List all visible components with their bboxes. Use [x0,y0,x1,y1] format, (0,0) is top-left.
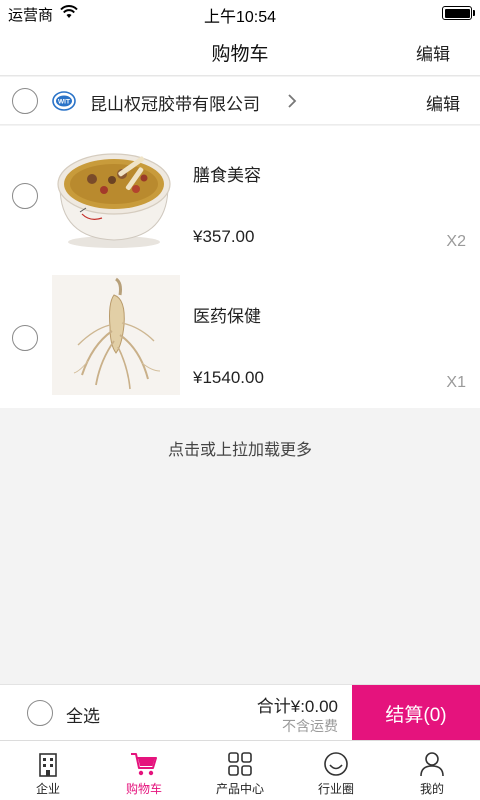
chevron-right-icon[interactable] [287,93,297,109]
smile-icon [324,752,348,776]
tab-profile[interactable]: 我的 [384,741,480,800]
item-quantity: X2 [446,233,466,250]
shop-name-link[interactable]: 昆山权冠胶带有限公司 [90,90,260,115]
clock: 上午10:54 [203,9,277,26]
edit-button[interactable]: 编辑 [416,40,450,65]
shipping-note: 不含运费 [282,718,338,734]
tab-enterprise[interactable]: 企业 [0,741,96,800]
nav-bar: 购物车 编辑 [0,26,480,76]
herbal-soup-bowl-image[interactable] [52,134,180,254]
item-name[interactable]: 膳食美容 [193,161,261,186]
shop-header: WIT 昆山权冠胶带有限公司 编辑 [0,77,480,125]
cart-item-list: 膳食美容 ¥357.00 X2 医药保健 ¥1540.00 X1 [0,126,480,408]
tab-label: 企业 [35,782,60,796]
tab-label: 产品中心 [215,782,264,796]
tab-cart[interactable]: 购物车 [96,741,192,800]
shop-select-radio[interactable] [12,88,38,114]
item-price: ¥1540.00 [193,368,264,387]
tab-industry[interactable]: 行业圈 [288,741,384,800]
tab-products[interactable]: 产品中心 [192,741,288,800]
checkout-button[interactable]: 结算(0) [352,685,480,741]
shop-logo-icon: WIT [52,91,76,111]
item-quantity: X1 [446,374,466,391]
item-select-radio[interactable] [12,183,38,209]
battery-icon [442,6,475,20]
item-name[interactable]: 医药保健 [193,302,261,327]
tab-label: 购物车 [125,782,162,796]
tab-label: 我的 [419,782,444,796]
ginseng-root-image[interactable] [52,275,180,395]
cart-icon [131,753,157,776]
cart-item[interactable]: 医药保健 ¥1540.00 X1 [0,267,480,408]
item-select-radio[interactable] [12,325,38,351]
shop-logo-text: WIT [58,99,70,106]
tab-label: 行业圈 [317,782,354,796]
building-icon [39,753,57,777]
select-all-label[interactable]: 全选 [66,702,100,727]
person-icon [420,752,444,777]
load-more-button[interactable]: 点击或上拉加载更多 [0,436,480,460]
item-price: ¥357.00 [193,227,255,246]
tab-bar: 企业 购物车 产品中心 行业圈 我的 [0,740,480,800]
checkout-bar: 全选 合计¥:0.00 不含运费 结算(0) [0,684,480,741]
cart-item[interactable]: 膳食美容 ¥357.00 X2 [0,126,480,267]
status-bar: 运营商 上午10:54 [0,0,480,26]
page-title: 购物车 [211,44,269,65]
grid-icon [228,752,252,776]
shop-edit-button[interactable]: 编辑 [426,90,460,115]
select-all-radio[interactable] [27,700,53,726]
total-price: 合计¥:0.00 [256,697,338,716]
